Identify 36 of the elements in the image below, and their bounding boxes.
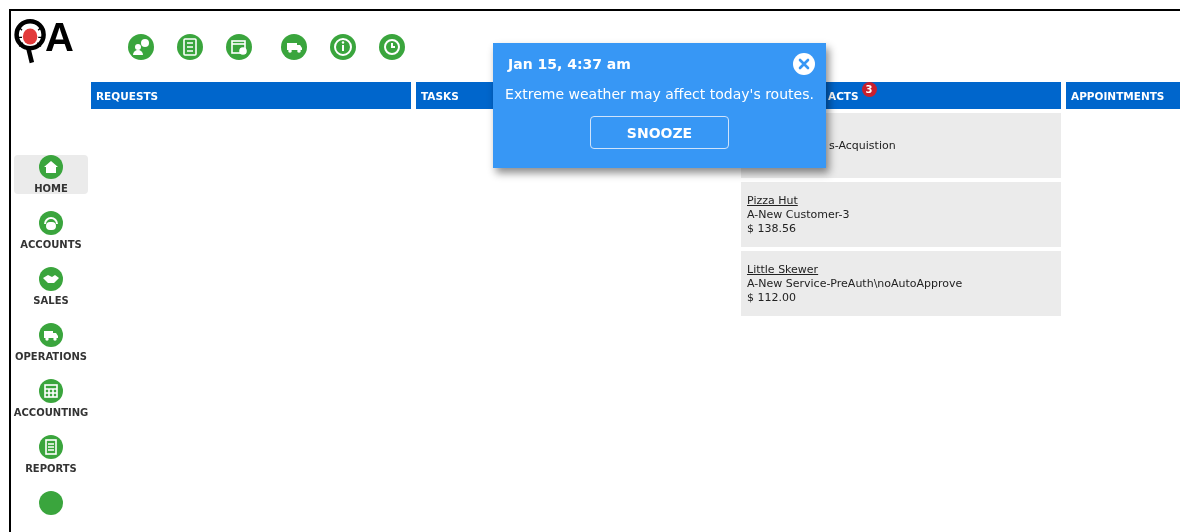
- menu-item-icon[interactable]: [39, 491, 63, 515]
- info-icon[interactable]: [330, 33, 356, 60]
- count-badge: 3: [861, 82, 877, 97]
- contact-card[interactable]: Pizza Hut A-New Customer-3 $ 138.56: [741, 182, 1061, 247]
- clock-icon[interactable]: [379, 33, 405, 60]
- sidebar-item[interactable]: SALES: [14, 267, 88, 306]
- abacus-icon: [39, 379, 63, 403]
- sidebar-item[interactable]: ACCOUNTS: [14, 211, 88, 250]
- headset-icon: [39, 211, 63, 235]
- document-icon: [39, 435, 63, 459]
- column-title: TASKS: [421, 89, 459, 102]
- contact-amount: $ 112.00: [747, 290, 797, 305]
- contact-description: s-Acquistion: [828, 138, 897, 153]
- truck-icon[interactable]: [281, 33, 307, 60]
- contact-amount: $ 138.56: [747, 221, 797, 236]
- sidebar-item[interactable]: HOME: [14, 155, 88, 194]
- column-title: REQUESTS: [96, 89, 159, 102]
- checklist-icon[interactable]: [177, 33, 203, 60]
- truck-icon: [39, 323, 63, 347]
- user-question-icon[interactable]: [128, 33, 154, 60]
- sidebar-item[interactable]: OPERATIONS: [14, 323, 88, 362]
- contact-card[interactable]: Little Skewer A-New Service-PreAuth\noAutoApprove $ 112.00: [741, 251, 1061, 316]
- calendar-clock-icon[interactable]: [226, 33, 252, 60]
- contact-description: A-New Customer-3: [747, 207, 851, 222]
- sidebar-item[interactable]: REPORTS: [14, 435, 88, 474]
- contact-description: A-New Service-PreAuth\noAutoApprove: [747, 276, 964, 291]
- column-title: APPOINTMENTS: [1071, 89, 1165, 102]
- house-icon: [39, 155, 63, 179]
- notification-message: Extreme weather may affect today's routes.: [505, 86, 814, 102]
- logo-letter: A: [45, 17, 74, 57]
- notification-time: Jan 15, 4:37 am: [508, 56, 631, 72]
- close-icon[interactable]: [792, 52, 816, 76]
- column-title: ACTS: [828, 89, 859, 102]
- contact-link[interactable]: Little Skewer: [747, 262, 1061, 277]
- contact-link[interactable]: Pizza Hut: [747, 193, 1061, 208]
- sidebar-item[interactable]: ACCOUNTING: [14, 379, 88, 418]
